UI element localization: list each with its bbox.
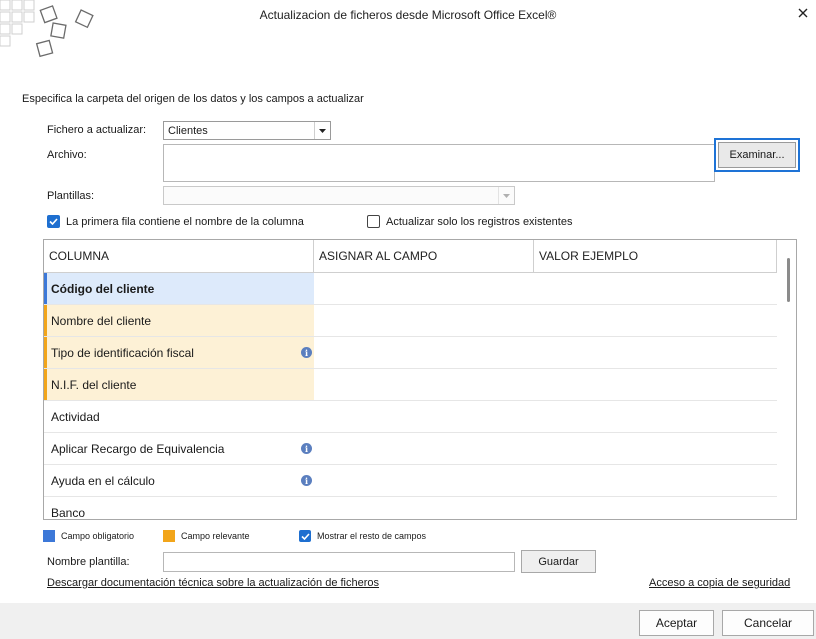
guardar-button[interactable]: Guardar — [521, 550, 596, 573]
table-row[interactable]: Nombre del cliente — [44, 305, 777, 337]
legend-relevante-label: Campo relevante — [181, 531, 250, 541]
info-icon[interactable]: i — [301, 475, 312, 486]
table-row[interactable]: Aplicar Recargo de Equivalencia i — [44, 433, 777, 465]
legend-relevante: Campo relevante — [163, 530, 250, 542]
chevron-down-icon[interactable] — [314, 122, 330, 139]
legend-obligatorio: Campo obligatorio — [43, 530, 134, 542]
grid-rows: Código del cliente Nombre del cliente Ti… — [44, 273, 777, 520]
grid-scrollbar[interactable] — [787, 258, 790, 302]
primera-fila-checkbox[interactable]: La primera fila contiene el nombre de la… — [47, 215, 304, 228]
examinar-button-label: Examinar... — [718, 142, 796, 168]
row-field-name[interactable]: Nombre del cliente — [44, 305, 314, 336]
actualizar-existentes-label: Actualizar solo los registros existentes — [386, 215, 573, 228]
archivo-label: Archivo: — [47, 149, 87, 161]
legend-obligatorio-label: Campo obligatorio — [61, 531, 135, 541]
column-header-columna[interactable]: COLUMNA — [44, 240, 314, 272]
column-header-valor[interactable]: VALOR EJEMPLO — [534, 240, 777, 272]
row-field-name[interactable]: Ayuda en el cálculo — [44, 465, 314, 496]
archivo-input[interactable] — [163, 144, 715, 182]
info-icon[interactable]: i — [301, 347, 312, 358]
table-row[interactable]: N.I.F. del cliente — [44, 369, 777, 401]
form-subtitle: Especifica la carpeta del origen de los … — [22, 93, 364, 105]
row-field-name[interactable]: Actividad — [44, 401, 314, 432]
checkbox-unchecked-icon[interactable] — [367, 215, 380, 228]
mostrar-resto-checkbox[interactable]: Mostrar el resto de campos — [299, 530, 426, 542]
table-row[interactable]: Código del cliente — [44, 273, 777, 305]
nombre-plantilla-label: Nombre plantilla: — [47, 556, 130, 568]
window-title: Actualizacion de ficheros desde Microsof… — [259, 8, 557, 22]
copia-seguridad-link[interactable]: Acceso a copia de seguridad — [649, 577, 790, 589]
obligatorio-swatch — [43, 530, 55, 542]
documentacion-link[interactable]: Descargar documentación técnica sobre la… — [47, 577, 379, 589]
row-field-name[interactable]: Código del cliente — [44, 273, 314, 304]
relevante-swatch — [163, 530, 175, 542]
table-row[interactable]: Tipo de identificación fiscal i — [44, 337, 777, 369]
plantillas-select[interactable] — [163, 186, 515, 205]
row-field-name[interactable]: Tipo de identificación fiscal — [44, 337, 314, 368]
row-field-name[interactable]: Banco — [44, 497, 314, 520]
row-field-name[interactable]: Aplicar Recargo de Equivalencia — [44, 433, 314, 464]
mostrar-resto-label: Mostrar el resto de campos — [317, 531, 427, 541]
checkbox-checked-icon[interactable] — [299, 530, 311, 542]
column-header-asignar[interactable]: ASIGNAR AL CAMPO — [314, 240, 534, 272]
aceptar-button[interactable]: Aceptar — [639, 610, 714, 636]
checkbox-checked-icon[interactable] — [47, 215, 60, 228]
examinar-button[interactable]: Examinar... — [714, 138, 800, 172]
nombre-plantilla-input[interactable] — [163, 552, 515, 572]
fichero-select[interactable]: Clientes — [163, 121, 331, 140]
row-field-name[interactable]: N.I.F. del cliente — [44, 369, 314, 400]
table-row[interactable]: Banco — [44, 497, 777, 520]
info-icon[interactable]: i — [301, 443, 312, 454]
fields-grid[interactable]: COLUMNA ASIGNAR AL CAMPO VALOR EJEMPLO C… — [43, 239, 797, 520]
cancelar-button[interactable]: Cancelar — [722, 610, 814, 636]
actualizar-existentes-checkbox[interactable]: Actualizar solo los registros existentes — [367, 215, 572, 228]
grid-header: COLUMNA ASIGNAR AL CAMPO VALOR EJEMPLO — [44, 240, 777, 273]
close-icon[interactable] — [792, 2, 814, 24]
fichero-label: Fichero a actualizar: — [47, 124, 147, 136]
chevron-down-icon[interactable] — [498, 187, 514, 204]
plantillas-label: Plantillas: — [47, 190, 95, 202]
fichero-select-value: Clientes — [168, 124, 208, 137]
primera-fila-label: La primera fila contiene el nombre de la… — [66, 215, 304, 228]
table-row[interactable]: Ayuda en el cálculo i — [44, 465, 777, 497]
table-row[interactable]: Actividad — [44, 401, 777, 433]
